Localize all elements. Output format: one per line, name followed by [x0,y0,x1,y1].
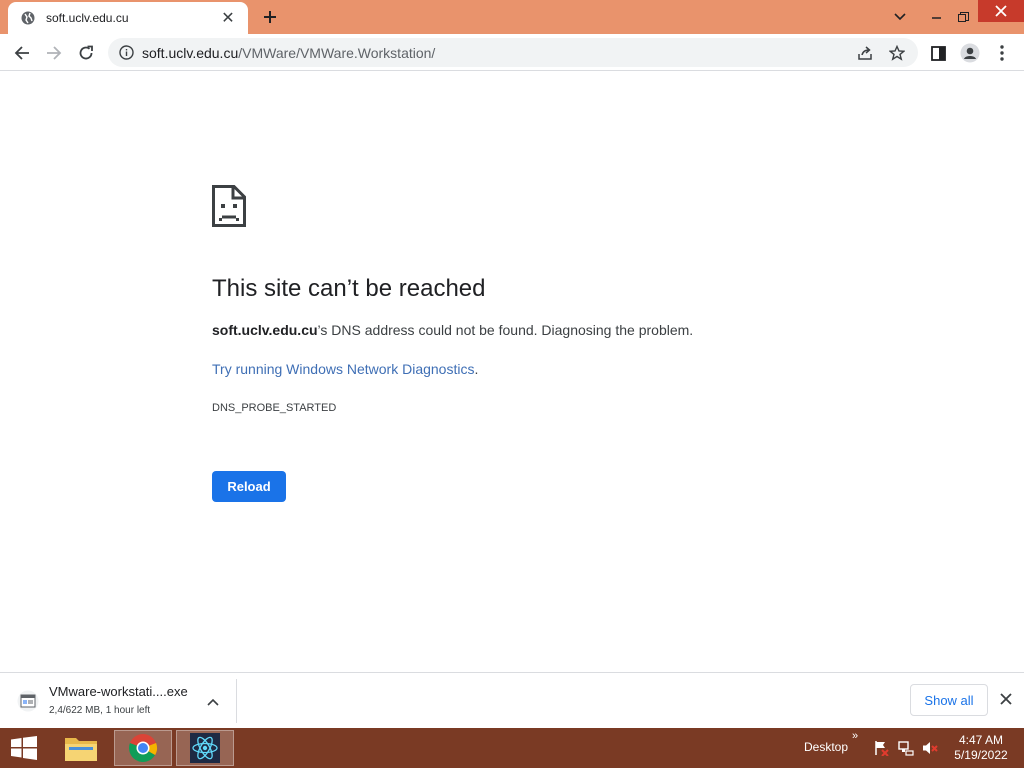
download-shelf: VMware-workstati....exe 2,4/622 MB, 1 ho… [0,672,1024,728]
site-info-icon[interactable] [118,45,134,61]
profile-avatar-icon[interactable] [956,39,984,67]
url-path: /VMWare/VMWare.Workstation/ [238,44,436,61]
diagnostics-line: Try running Windows Network Diagnostics. [212,361,478,377]
browser-toolbar: soft.uclv.edu.cu/VMWare/VMWare.Workstati… [0,34,1024,71]
action-center-flag-icon[interactable] [873,740,889,756]
chrome-icon[interactable] [114,730,172,766]
tab-strip: soft.uclv.edu.cu ✕ [0,0,1024,34]
chevron-up-icon[interactable] [202,691,224,713]
show-all-button[interactable]: Show all [910,684,988,716]
download-item[interactable]: VMware-workstati....exe 2,4/622 MB, 1 ho… [12,681,236,723]
diagnostics-link-suffix: . [474,361,479,377]
network-icon[interactable] [898,740,914,756]
network-diagnostics-link[interactable]: Try running Windows Network Diagnostics [212,361,474,377]
url-text[interactable]: soft.uclv.edu.cu/VMWare/VMWare.Workstati… [142,45,435,61]
installer-file-icon [16,689,40,713]
clock-date: 5/19/2022 [954,748,1008,762]
error-host: soft.uclv.edu.cu [212,322,318,338]
volume-muted-icon[interactable] [922,740,938,756]
bookmark-star-icon[interactable] [884,40,910,66]
more-menu-icon[interactable] [988,39,1016,67]
desktop-toolbar-label[interactable]: Desktop [804,740,848,754]
error-description: soft.uclv.edu.cu’s DNS address could not… [212,322,693,338]
reload-icon[interactable] [72,39,100,67]
tray-overflow-icon[interactable]: » [852,730,858,742]
minimize-icon[interactable] [922,0,952,34]
forward-arrow-icon[interactable] [40,39,68,67]
error-description-text: ’s DNS address could not be found. Diagn… [317,322,694,338]
share-icon[interactable] [852,40,878,66]
sad-page-icon [212,185,246,227]
browser-tab[interactable]: soft.uclv.edu.cu ✕ [8,2,248,34]
tab-title: soft.uclv.edu.cu [46,11,129,25]
file-explorer-icon[interactable] [52,730,110,766]
error-code: DNS_PROBE_STARTED [212,402,337,414]
close-shelf-icon[interactable] [995,688,1017,710]
system-clock[interactable]: 4:47 AM 5/19/2022 [948,733,1014,763]
error-title: This site can’t be reached [212,275,486,302]
new-tab-icon[interactable] [258,5,282,29]
window-close-icon[interactable] [978,0,1024,22]
back-arrow-icon[interactable] [8,39,36,67]
download-file-name: VMware-workstati....exe [49,684,188,699]
url-host: soft.uclv.edu.cu [142,44,239,61]
tab-search-chevron-icon[interactable] [886,0,914,34]
tab-close-icon[interactable]: ✕ [218,8,238,28]
reload-button[interactable]: Reload [212,471,286,502]
restore-icon[interactable] [950,0,976,34]
globe-icon [20,10,36,26]
windows-start-icon[interactable] [4,730,44,766]
clock-time: 4:47 AM [958,733,1004,747]
download-status: 2,4/622 MB, 1 hour left [49,705,151,716]
react-app-icon[interactable] [176,730,234,766]
windows-taskbar: Desktop » 4:47 AM 5/19/2022 [0,728,1024,768]
download-separator [236,679,237,723]
side-panel-icon[interactable] [924,39,952,67]
address-bar[interactable]: soft.uclv.edu.cu/VMWare/VMWare.Workstati… [108,38,918,67]
